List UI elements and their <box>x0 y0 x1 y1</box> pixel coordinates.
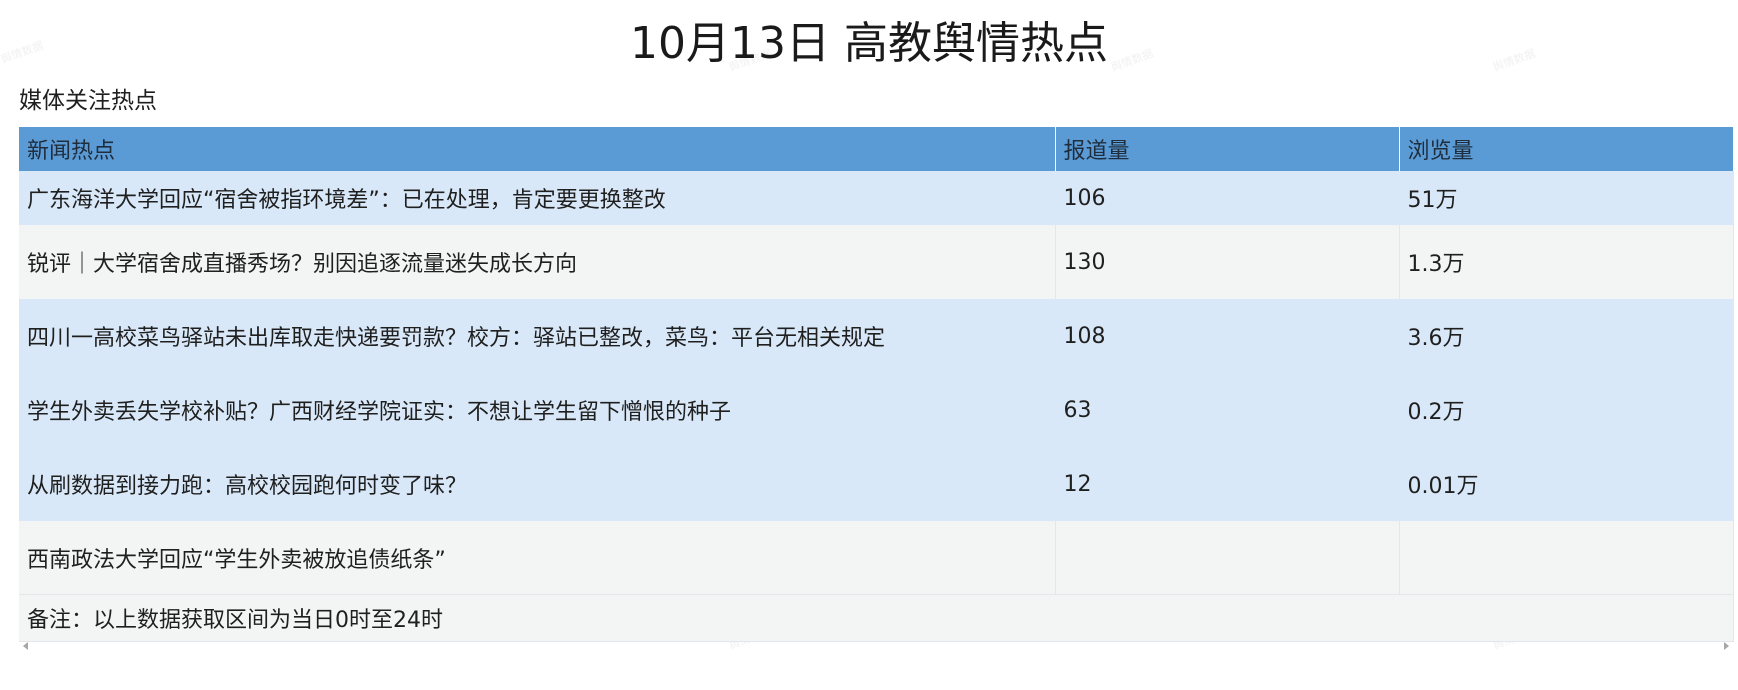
cell-reports: 130 <box>1055 225 1400 299</box>
cell-views: 0.2万 <box>1399 373 1734 447</box>
column-header-reports[interactable]: 报道量 <box>1055 127 1400 171</box>
cell-topic: 学生外卖丢失学校补贴？广西财经学院证实：不想让学生留下憎恨的种子 <box>19 373 1056 447</box>
table-row[interactable]: 四川一高校菜鸟驿站未出库取走快递要罚款？校方：驿站已整改，菜鸟：平台无相关规定 … <box>19 299 1734 373</box>
page-title: 10月13日 高教舆情热点 <box>630 18 1108 69</box>
cell-reports <box>1055 521 1400 595</box>
section-title: 媒体关注热点 <box>19 88 157 114</box>
cell-views: 3.6万 <box>1399 299 1734 373</box>
scroll-right-arrow-icon[interactable] <box>1724 642 1729 650</box>
scroll-left-arrow-icon[interactable] <box>23 642 28 650</box>
cell-reports: 12 <box>1055 447 1400 521</box>
cell-topic: 从刷数据到接力跑：高校校园跑何时变了味？ <box>19 447 1056 521</box>
table-row[interactable]: 广东海洋大学回应“宿舍被指环境差”：已在处理，肯定要更换整改 106 51万 <box>19 171 1734 225</box>
table-row[interactable]: 从刷数据到接力跑：高校校园跑何时变了味？ 12 0.01万 <box>19 447 1734 521</box>
column-header-views[interactable]: 浏览量 <box>1399 127 1734 171</box>
table-row[interactable]: 学生外卖丢失学校补贴？广西财经学院证实：不想让学生留下憎恨的种子 63 0.2万 <box>19 373 1734 447</box>
cell-topic: 四川一高校菜鸟驿站未出库取走快递要罚款？校方：驿站已整改，菜鸟：平台无相关规定 <box>19 299 1056 373</box>
table-row[interactable]: 西南政法大学回应“学生外卖被放追债纸条” <box>19 521 1734 595</box>
table-row[interactable]: 锐评｜大学宿舍成直播秀场？别因追逐流量迷失成长方向 130 1.3万 <box>19 225 1734 299</box>
horizontal-scrollbar[interactable] <box>19 642 1733 652</box>
cell-views: 0.01万 <box>1399 447 1734 521</box>
cell-reports: 106 <box>1055 171 1400 225</box>
cell-topic: 锐评｜大学宿舍成直播秀场？别因追逐流量迷失成长方向 <box>19 225 1056 299</box>
page: 舆情数据 舆情数据 舆情数据 舆情数据 舆情数据 舆情数据 10月13日 高教舆… <box>0 0 1738 690</box>
cell-topic: 西南政法大学回应“学生外卖被放追债纸条” <box>19 521 1056 595</box>
table-note: 备注：以上数据获取区间为当日0时至24时 <box>19 594 1734 642</box>
cell-views <box>1399 521 1734 595</box>
cell-topic: 广东海洋大学回应“宿舍被指环境差”：已在处理，肯定要更换整改 <box>19 171 1056 225</box>
hot-topics-table: 新闻热点 报道量 浏览量 广东海洋大学回应“宿舍被指环境差”：已在处理，肯定要更… <box>19 127 1734 642</box>
column-header-topic[interactable]: 新闻热点 <box>19 127 1056 171</box>
table-note-row: 备注：以上数据获取区间为当日0时至24时 <box>19 594 1734 642</box>
cell-reports: 63 <box>1055 373 1400 447</box>
cell-reports: 108 <box>1055 299 1400 373</box>
cell-views: 51万 <box>1399 171 1734 225</box>
cell-views: 1.3万 <box>1399 225 1734 299</box>
table-header-row: 新闻热点 报道量 浏览量 <box>19 127 1734 171</box>
